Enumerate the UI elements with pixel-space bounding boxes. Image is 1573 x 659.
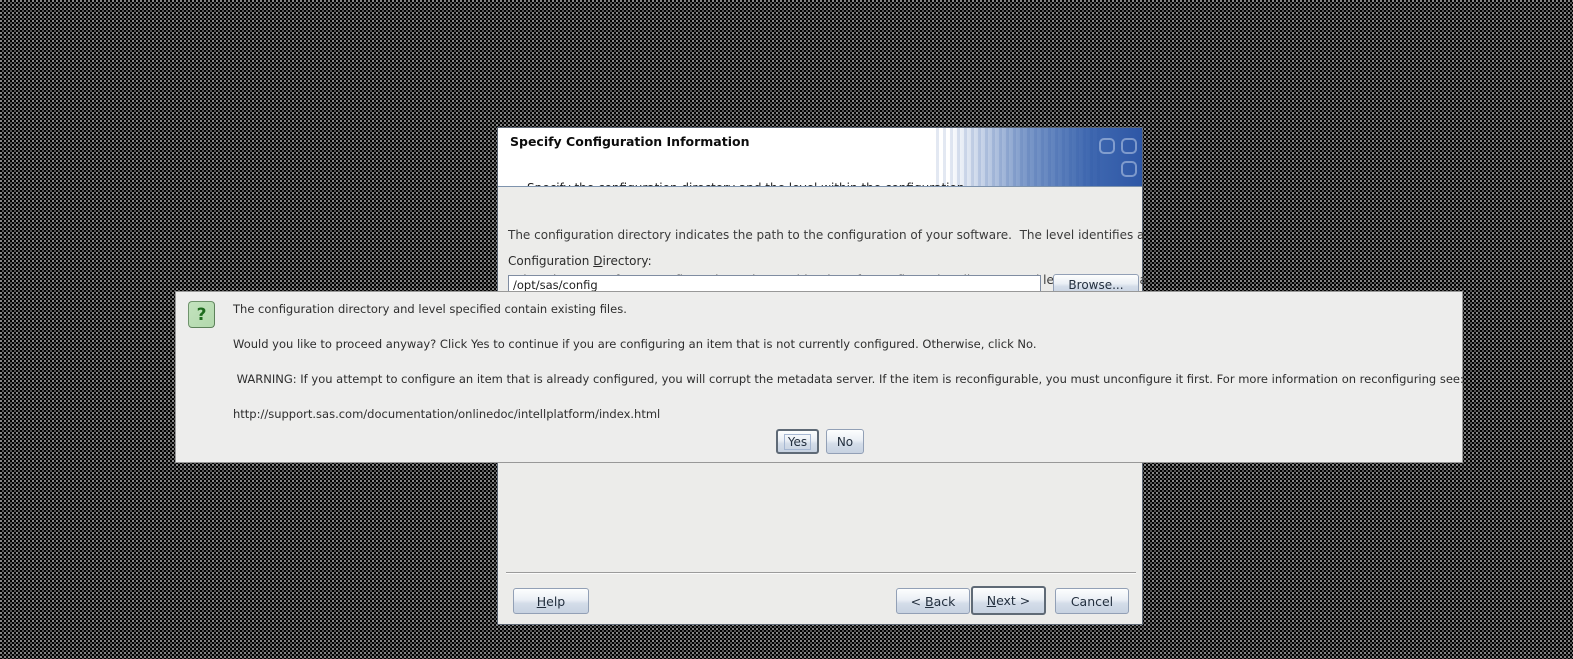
- no-button-label: No: [836, 434, 854, 449]
- header-decor-square: [1121, 161, 1137, 177]
- help-button-label: Help: [537, 594, 566, 609]
- dialog-message-line: The configuration directory and level sp…: [233, 302, 627, 316]
- next-button-label: Next >: [987, 593, 1031, 608]
- footer-separator: [506, 572, 1136, 574]
- config-directory-label: Configuration Directory:: [508, 254, 652, 268]
- config-directory-label-pre: Configuration: [508, 254, 594, 268]
- cancel-button[interactable]: Cancel: [1055, 588, 1129, 614]
- no-button[interactable]: No: [826, 429, 864, 454]
- dialog-message-line: WARNING: If you attempt to configure an …: [233, 372, 1464, 386]
- dialog-message-line: http://support.sas.com/documentation/onl…: [233, 407, 661, 421]
- back-label-pre: <: [910, 593, 926, 609]
- dialog-message-line: Would you like to proceed anyway? Click …: [233, 337, 1037, 351]
- config-directory-label-post: irectory:: [602, 254, 652, 268]
- next-label-rest: ext >: [996, 593, 1031, 608]
- wizard-header: Specify Configuration Information Specif…: [498, 128, 1142, 187]
- question-icon: ?: [188, 301, 215, 328]
- help-mnemonic: H: [536, 593, 547, 609]
- next-button[interactable]: Next >: [971, 586, 1046, 615]
- confirmation-dialog: ? The configuration directory and level …: [175, 291, 1464, 463]
- question-icon-glyph: ?: [196, 304, 207, 325]
- back-mnemonic: B: [925, 593, 934, 609]
- header-decor-square: [1121, 138, 1137, 154]
- page-title: Specify Configuration Information: [510, 134, 750, 149]
- yes-button[interactable]: Yes: [776, 429, 819, 454]
- help-button[interactable]: Help: [513, 588, 589, 614]
- header-decor-square: [1099, 138, 1115, 154]
- page-subtitle: Specify the configuration directory and …: [527, 152, 964, 186]
- browse-button-label: Browse...: [1068, 277, 1124, 292]
- yes-button-label: Yes: [783, 433, 812, 450]
- cancel-button-label: Cancel: [1070, 593, 1114, 609]
- page-subtitle-line: Specify the configuration directory and …: [527, 181, 964, 186]
- back-button[interactable]: < Back: [896, 588, 970, 614]
- dialog-message: The configuration directory and level sp…: [233, 302, 1464, 442]
- help-label-rest: elp: [546, 593, 566, 609]
- desktop-background: Specify Configuration Information Specif…: [0, 0, 1573, 659]
- next-mnemonic: N: [986, 593, 997, 608]
- description-line: The configuration directory indicates th…: [508, 228, 1145, 242]
- back-button-label: < Back: [911, 594, 956, 609]
- back-label-rest: ack: [933, 593, 956, 609]
